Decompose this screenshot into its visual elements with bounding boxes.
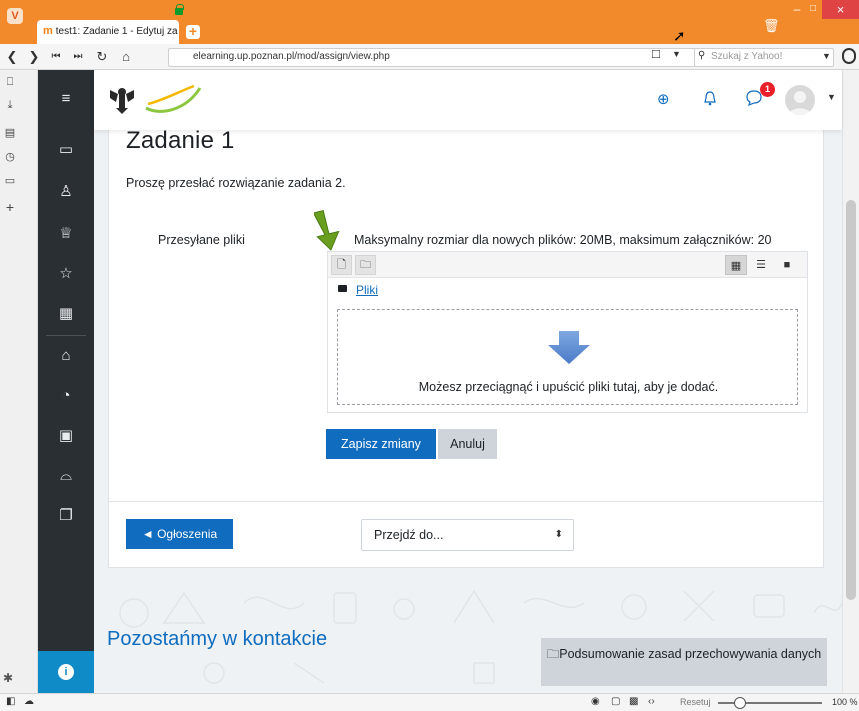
- reload-icon[interactable]: ↻: [94, 48, 110, 66]
- add-panel-icon[interactable]: +: [3, 200, 17, 214]
- bookmarks-panel-icon[interactable]: ⎕: [3, 75, 17, 89]
- capture-camera-icon[interactable]: ◉: [591, 696, 600, 707]
- window-close-button[interactable]: ×: [822, 0, 859, 19]
- view-list-icon[interactable]: ☰: [750, 255, 772, 275]
- private-files-icon[interactable]: ❐: [56, 506, 76, 526]
- url-input[interactable]: elearning.up.poznan.pl/mod/assign/view.p…: [168, 48, 698, 67]
- bookmark-icon[interactable]: ☐: [651, 48, 661, 61]
- save-changes-button[interactable]: Zapisz zmiany: [326, 429, 436, 459]
- url-text: elearning.up.poznan.pl/mod/assign/view.p…: [193, 51, 390, 62]
- files-path-link[interactable]: Pliki: [356, 283, 378, 297]
- cancel-button[interactable]: Anuluj: [438, 429, 497, 459]
- new-tab-button[interactable]: +: [186, 24, 200, 39]
- select-caret-icon: ⬍: [554, 529, 563, 540]
- annotation-arrow-icon: [314, 209, 340, 251]
- search-dropdown-icon[interactable]: ▼: [822, 51, 831, 61]
- footer-title: Pozostańmy w kontakcie: [107, 628, 328, 650]
- browser-sidepanel: ⎕ ⤓ ▤ ◷ ▭ +: [0, 70, 38, 693]
- page-footer: Pozostańmy w kontakcie 🗀Podsumowanie zas…: [94, 583, 842, 693]
- folder-icon: 🗀: [546, 647, 560, 661]
- trash-icon[interactable]: 🗑: [763, 18, 780, 34]
- language-globe-icon[interactable]: ⊕: [657, 90, 670, 108]
- browser-titlebar: V m test1: Zadanie 1 - Edytuj za + ➚ 🗑 – …: [0, 0, 859, 45]
- settings-gear-icon[interactable]: ✱: [3, 671, 13, 685]
- assignment-card: Zadanie 1 Proszę przesłać rozwiązanie za…: [108, 110, 824, 568]
- page-title: Zadanie 1: [126, 127, 235, 154]
- images-icon[interactable]: ▩: [629, 696, 638, 707]
- jump-select-value: Przejdź do...: [374, 528, 444, 542]
- site-header: ⊕ 1 ▼: [94, 70, 842, 130]
- create-folder-icon[interactable]: 🗀: [355, 255, 376, 275]
- data-retention-summary-link[interactable]: 🗀Podsumowanie zasad przechowywania danyc…: [541, 638, 827, 686]
- drawer-info-button[interactable]: i: [38, 651, 94, 693]
- url-dropdown-icon[interactable]: ▼: [672, 49, 681, 59]
- my-courses-cap-icon[interactable]: ⌓: [56, 466, 76, 486]
- search-icon: ⚲: [698, 50, 706, 61]
- browser-statusbar: ◧ ☁ ◉ ▢ ▩ ‹› Resetuj 100 %: [0, 693, 859, 711]
- browser-profile-icon[interactable]: [842, 48, 856, 64]
- back-icon[interactable]: ❮: [4, 48, 20, 66]
- site-logo[interactable]: [106, 80, 206, 120]
- file-manager-toolbar: 🗋 🗀 ▦ ☰ ■: [328, 252, 807, 278]
- site-home-gauge-icon[interactable]: ◔: [56, 386, 76, 406]
- jump-to-select[interactable]: Przejdź do... ⬍: [361, 519, 574, 551]
- privacy-link-label: Podsumowanie zasad przechowywania danych: [559, 647, 822, 661]
- forward-icon[interactable]: ❯: [26, 48, 42, 66]
- notification-count-badge: 1: [760, 82, 775, 97]
- moodle-favicon-icon: m: [43, 25, 53, 37]
- participants-icon[interactable]: ♙: [56, 182, 76, 202]
- info-icon: i: [58, 664, 74, 680]
- tile-window-icon[interactable]: ▢: [611, 696, 620, 707]
- course-folder-icon[interactable]: ▭: [56, 140, 76, 160]
- vivaldi-logo-icon[interactable]: V: [7, 8, 23, 24]
- folder-icon: [338, 285, 347, 292]
- previous-activity-button[interactable]: ◄ Ogłoszenia: [126, 519, 233, 549]
- browser-tab[interactable]: m test1: Zadanie 1 - Edytuj za: [37, 20, 179, 44]
- notifications-bell-icon[interactable]: [703, 90, 717, 106]
- search-input[interactable]: Szukaj z Yahoo!: [694, 48, 834, 67]
- history-panel-icon[interactable]: ◷: [3, 150, 17, 164]
- home-icon[interactable]: ⌂: [118, 48, 134, 66]
- zoom-level: 100 %: [832, 697, 858, 707]
- drawer-divider: [46, 335, 86, 336]
- add-file-icon[interactable]: 🗋: [331, 255, 352, 275]
- file-manager: 🗋 🗀 ▦ ☰ ■ Pliki Możesz przeciągnąć i upu…: [327, 251, 808, 413]
- grades-book-icon[interactable]: ▦: [56, 304, 76, 324]
- rewind-icon[interactable]: ⏮: [48, 48, 64, 66]
- search-placeholder: Szukaj z Yahoo!: [711, 51, 783, 62]
- fast-forward-icon[interactable]: ⏭: [70, 48, 86, 66]
- lock-icon: [175, 4, 184, 15]
- hamburger-menu-icon[interactable]: ≡: [56, 89, 76, 109]
- dropzone-text: Możesz przeciągnąć i upuścić pliki tutaj…: [418, 380, 719, 394]
- max-size-info: Maksymalny rozmiar dla nowych plików: 20…: [354, 233, 772, 247]
- user-avatar[interactable]: [785, 85, 815, 115]
- files-label: Przesyłane pliki: [158, 233, 245, 247]
- file-dropzone[interactable]: Możesz przeciągnąć i upuścić pliki tutaj…: [337, 309, 798, 405]
- page-actions-icon[interactable]: ‹›: [648, 696, 655, 707]
- download-arrow-icon: [548, 331, 590, 364]
- page-scrollbar[interactable]: [842, 70, 859, 693]
- dashboard-home-icon[interactable]: ⌂: [56, 346, 76, 366]
- card-divider: [109, 501, 823, 502]
- panel-toggle-icon[interactable]: ◧: [6, 696, 15, 707]
- user-menu-caret-icon[interactable]: ▼: [827, 92, 836, 102]
- competencies-star-icon[interactable]: ☆: [56, 264, 76, 284]
- view-tree-folder-icon[interactable]: ■: [776, 255, 798, 275]
- assignment-description: Proszę przesłać rozwiązanie zadania 2.: [126, 176, 346, 190]
- calendar-icon[interactable]: ▣: [56, 426, 76, 446]
- zoom-reset-button[interactable]: Resetuj: [680, 697, 711, 707]
- window-panel-icon[interactable]: ▭: [3, 174, 17, 188]
- notes-panel-icon[interactable]: ▤: [3, 126, 17, 140]
- mouse-cursor-icon: ➚: [673, 28, 686, 45]
- badges-icon[interactable]: ♕: [56, 224, 76, 244]
- tab-title: test1: Zadanie 1 - Edytuj za: [55, 26, 178, 37]
- scrollbar-thumb[interactable]: [846, 200, 856, 600]
- view-icons-icon[interactable]: ▦: [725, 255, 747, 275]
- cloud-sync-icon[interactable]: ☁: [24, 696, 34, 707]
- nav-drawer: ≡ ▭ ♙ ♕ ☆ ▦ ⌂ ◔ ▣ ⌓ ❐ i: [38, 70, 94, 693]
- zoom-slider-thumb[interactable]: [734, 697, 746, 709]
- window-minimize-button[interactable]: –: [790, 3, 804, 15]
- window-maximize-button[interactable]: □: [806, 3, 820, 15]
- downloads-panel-icon[interactable]: ⤓: [3, 98, 17, 112]
